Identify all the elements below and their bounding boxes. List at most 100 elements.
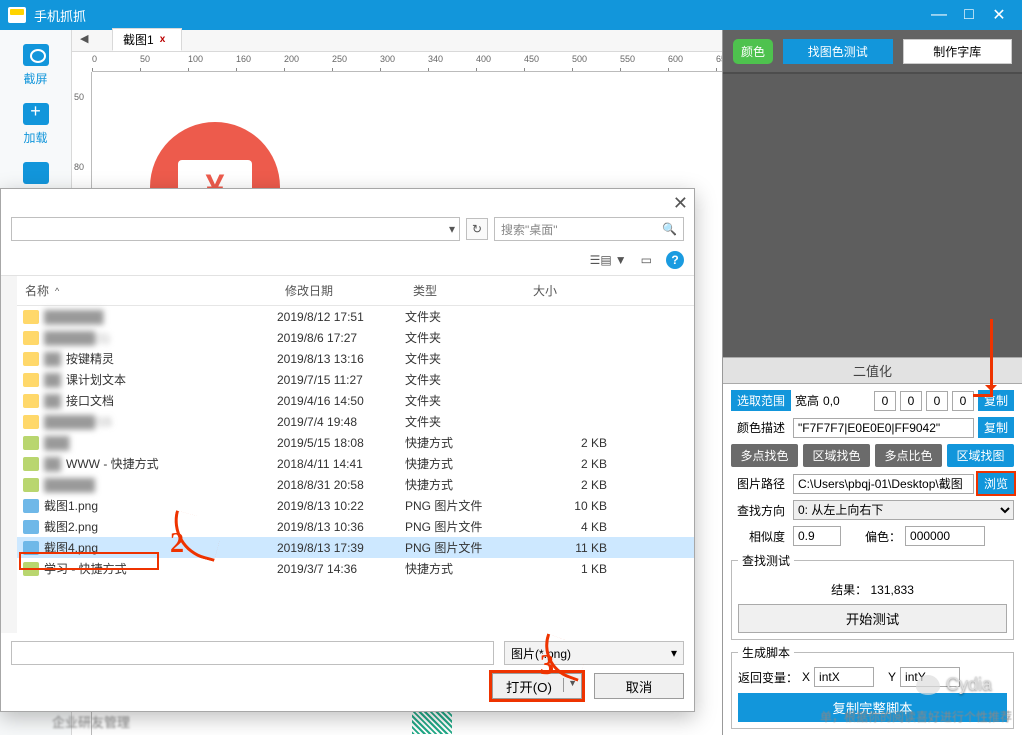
- file-row[interactable]: ███████2019/8/12 17:51文件夹: [17, 306, 694, 327]
- file-row[interactable]: ██课计划文本2019/7/15 11:27文件夹: [17, 369, 694, 390]
- annotation-highlight-row: [19, 552, 159, 570]
- tab-prev-button[interactable]: ◀: [80, 32, 88, 45]
- list-icon: ☰▤: [590, 253, 612, 267]
- tab-screenshot1[interactable]: 截图1 x: [112, 28, 182, 51]
- help-button[interactable]: ?: [666, 251, 684, 269]
- rv-x-input[interactable]: [814, 667, 874, 687]
- panel-icon: ▭: [641, 253, 652, 267]
- capture-button[interactable]: 截屏: [0, 36, 71, 95]
- file-name: ███: [44, 436, 70, 450]
- file-row[interactable]: ██接口文档2019/4/16 14:50文件夹: [17, 390, 694, 411]
- file-name: 截图2.png: [44, 518, 98, 535]
- file-date: 2019/8/13 10:36: [277, 520, 405, 534]
- file-icon: [23, 352, 39, 366]
- tab-close-icon[interactable]: x: [160, 34, 166, 45]
- file-row[interactable]: ██按键精灵2019/8/13 13:16文件夹: [17, 348, 694, 369]
- view-options-button[interactable]: ☰▤▼: [590, 253, 627, 267]
- col-date-header[interactable]: 修改日期: [277, 276, 405, 305]
- load-button[interactable]: 加载: [0, 95, 71, 154]
- file-row[interactable]: ██████2018/8/31 20:58快捷方式2 KB: [17, 474, 694, 495]
- sort-asc-icon: ^: [55, 286, 59, 296]
- file-row[interactable]: ██WWW - 快捷方式2018/4/11 14:41快捷方式2 KB: [17, 453, 694, 474]
- col-name-header[interactable]: 名称^: [17, 276, 277, 305]
- file-size: 1 KB: [525, 562, 615, 576]
- gen-script-legend: 生成脚本: [738, 644, 794, 661]
- bias-input[interactable]: [905, 526, 985, 546]
- select-range-button[interactable]: 选取范围: [731, 390, 791, 411]
- similarity-input[interactable]: [793, 526, 841, 546]
- file-date: 2019/5/15 18:08: [277, 436, 405, 450]
- browse-button[interactable]: 浏览: [978, 473, 1014, 494]
- file-list-header: 名称^ 修改日期 类型 大小: [17, 276, 694, 306]
- file-type: 文件夹: [405, 350, 525, 367]
- tab-area-findcolor[interactable]: 区域找色: [803, 444, 870, 467]
- cancel-button[interactable]: 取消: [594, 673, 684, 699]
- file-type: PNG 图片文件: [405, 518, 525, 535]
- file-row[interactable]: ██████/152019/7/4 19:48文件夹: [17, 411, 694, 432]
- range-y2-input[interactable]: [952, 391, 974, 411]
- capture-label: 截屏: [23, 70, 47, 87]
- tab-area-findimage[interactable]: 区域找图: [947, 444, 1014, 467]
- footer-right-text: 单，根据你的阅读喜好进行个性推荐: [820, 708, 1012, 725]
- minimize-button[interactable]: —: [924, 0, 954, 30]
- load-label: 加载: [23, 129, 47, 146]
- file-date: 2019/8/13 10:22: [277, 499, 405, 513]
- refresh-button[interactable]: ↻: [466, 218, 488, 240]
- wh-value: 0,0: [823, 394, 840, 408]
- col-type-header[interactable]: 类型: [405, 276, 525, 305]
- file-icon: [23, 310, 39, 324]
- chevron-down-icon[interactable]: ▾: [449, 222, 455, 236]
- findcolor-test-button[interactable]: 找图色测试: [783, 39, 893, 64]
- tab-multipoint-findcolor[interactable]: 多点找色: [731, 444, 798, 467]
- dialog-bottom: 图片(*.png) ▾: [1, 633, 694, 673]
- file-name: ██████/15: [44, 415, 112, 429]
- add-icon: [23, 103, 49, 125]
- dialog-nav: ▾ ↻ 搜索"桌面" 🔍: [1, 217, 694, 247]
- file-row[interactable]: 截图2.png2019/8/13 10:36PNG 图片文件4 KB: [17, 516, 694, 537]
- color-desc-input[interactable]: [793, 418, 974, 438]
- file-name: 按键精灵: [66, 350, 114, 367]
- preview-dark-area: [723, 74, 1022, 357]
- file-row[interactable]: 截图1.png2019/8/13 10:22PNG 图片文件10 KB: [17, 495, 694, 516]
- preview-pane-button[interactable]: ▭: [641, 253, 652, 267]
- file-type: 快捷方式: [405, 560, 525, 577]
- range-x2-input[interactable]: [926, 391, 948, 411]
- close-button[interactable]: ✕: [984, 0, 1014, 30]
- file-row[interactable]: ██████(1)2019/8/6 17:27文件夹: [17, 327, 694, 348]
- search-test-group: 查找测试 结果： 131,833 开始测试: [731, 552, 1014, 640]
- file-type: PNG 图片文件: [405, 539, 525, 556]
- file-name: ███████: [44, 310, 104, 324]
- dialog-close-button[interactable]: ✕: [673, 193, 688, 214]
- file-type: 快捷方式: [405, 434, 525, 451]
- search-test-legend: 查找测试: [738, 552, 794, 569]
- direction-select[interactable]: 0: 从左上向右下: [793, 500, 1014, 520]
- camera-icon: [23, 44, 49, 66]
- rv-x-label: X: [802, 670, 810, 684]
- make-font-button[interactable]: 制作字库: [903, 39, 1013, 64]
- copy-range-button[interactable]: 复制: [978, 390, 1014, 411]
- file-name: ██████: [44, 478, 95, 492]
- col-size-header[interactable]: 大小: [525, 276, 615, 305]
- color-chip[interactable]: 颜色: [733, 39, 773, 64]
- file-name: 课计划文本: [66, 371, 126, 388]
- img-path-input[interactable]: [793, 474, 974, 494]
- file-filter-select[interactable]: 图片(*.png) ▾: [504, 641, 684, 665]
- wh-label: 宽高: [795, 392, 819, 409]
- filename-input[interactable]: [11, 641, 494, 665]
- bias-label: 偏色：: [865, 528, 901, 545]
- title-bar: 手机抓抓 — □ ✕: [0, 0, 1022, 30]
- range-x1-input[interactable]: [874, 391, 896, 411]
- search-input[interactable]: 搜索"桌面" 🔍: [494, 217, 684, 241]
- file-date: 2019/8/12 17:51: [277, 310, 405, 324]
- breadcrumb[interactable]: ▾: [11, 217, 460, 241]
- binarize-title: 二值化: [723, 357, 1022, 384]
- range-y1-input[interactable]: [900, 391, 922, 411]
- file-name: 截图1.png: [44, 497, 98, 514]
- search-icon: 🔍: [662, 222, 677, 236]
- copy-color-button[interactable]: 复制: [978, 417, 1014, 438]
- maximize-button[interactable]: □: [954, 0, 984, 30]
- start-test-button[interactable]: 开始测试: [738, 604, 1007, 633]
- tab-multipoint-compare[interactable]: 多点比色: [875, 444, 942, 467]
- file-row[interactable]: ███ 2019/5/15 18:08快捷方式2 KB: [17, 432, 694, 453]
- file-size: 2 KB: [525, 436, 615, 450]
